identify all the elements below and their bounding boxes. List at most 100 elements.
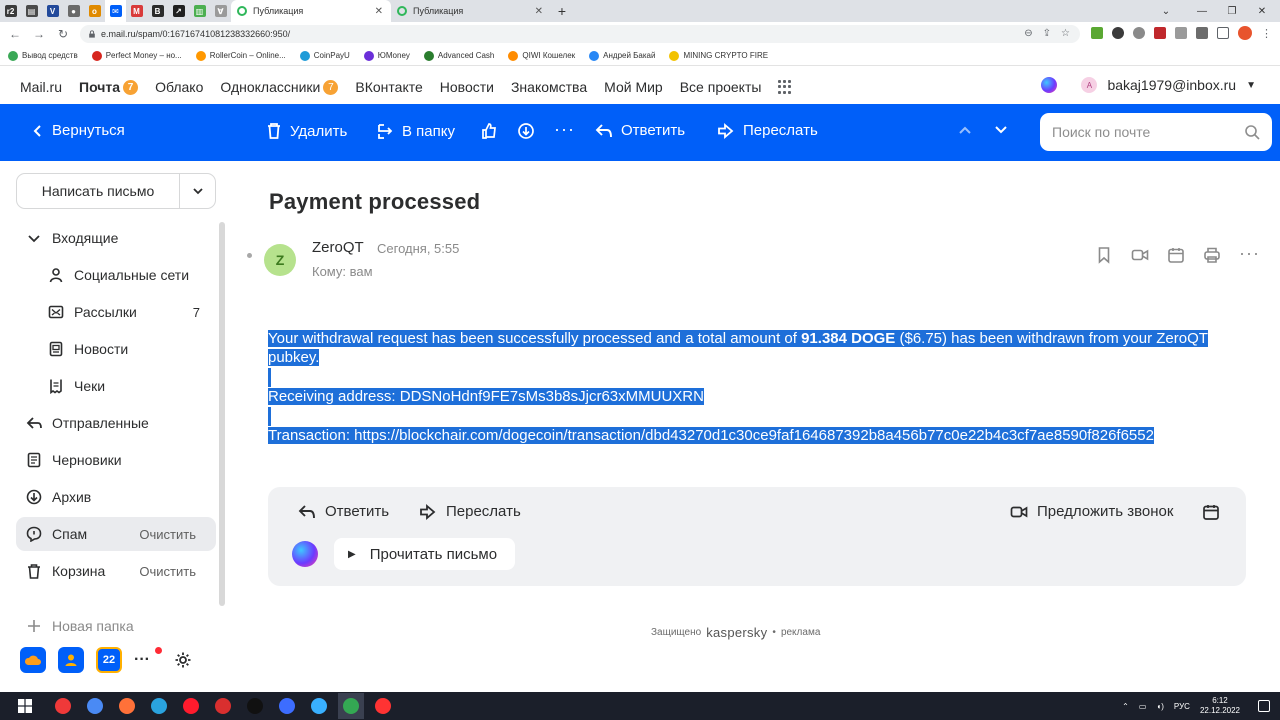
taskbar-app[interactable] [210,693,236,719]
back-icon[interactable]: ← [6,25,24,43]
bookmark-item[interactable]: MINING CRYPTO FIRE [669,50,768,61]
circle-extension-icon[interactable] [1133,27,1145,39]
user-email[interactable]: bakaj1979@inbox.ru [1107,77,1236,93]
sidebar-item-archive[interactable]: Архив [16,480,216,514]
bookmark-item[interactable]: ЮMoney [363,50,410,61]
bookmark-item[interactable]: Андрей Бакай [589,50,655,61]
chevron-down-icon[interactable] [24,228,44,248]
pinned-tab[interactable]: V [42,0,63,22]
pinned-tab[interactable]: ↗ [168,0,189,22]
forward-button[interactable]: Переслать [419,503,521,520]
pinned-tab[interactable]: B [147,0,168,22]
ad-link[interactable]: реклама [781,627,820,638]
volume-icon[interactable]: ◖) [1156,702,1164,711]
profile-icon[interactable] [1238,26,1252,40]
tray-chevron-icon[interactable]: ⌃ [1122,702,1129,711]
taskbar-app[interactable] [274,693,300,719]
sidebar-item-receipt[interactable]: Чеки [16,369,216,403]
bookmark-icon[interactable] [1095,246,1113,264]
read-status-dot[interactable] [247,253,252,258]
video-call-icon[interactable] [1131,246,1149,264]
bookmark-item[interactable]: CoinPayU [299,50,350,61]
like-button[interactable] [480,122,498,140]
tab-close-icon[interactable]: ✕ [535,6,543,17]
portal-link[interactable]: Почта 7 [79,79,139,95]
clear-folder-button[interactable]: Очистить [139,564,196,579]
download-extension-icon[interactable] [1091,27,1103,39]
pinned-tab[interactable]: ∀ [210,0,231,22]
sidebar-item-news[interactable]: Новости [16,332,216,366]
sidebar-item-sent[interactable]: Отправленные [16,406,216,440]
pinned-tab[interactable]: r2 [0,0,21,22]
pinned-tab[interactable]: o [84,0,105,22]
schedule-button[interactable] [1202,503,1220,521]
taskbar-app[interactable] [306,693,332,719]
account-dropdown-icon[interactable]: ▼ [1246,80,1256,91]
more-icon[interactable]: ··· [1239,244,1260,264]
sidebar-item-chevron-down[interactable]: Входящие [16,221,216,255]
sender-name[interactable]: ZeroQT [312,239,364,256]
bookmark-item[interactable]: Вывод средств [8,50,78,61]
assistant-orb-icon[interactable] [1041,77,1058,93]
print-icon[interactable] [1203,246,1221,264]
browser-menu-icon[interactable]: ⋮ [1261,27,1272,40]
kaspersky-logo[interactable]: kaspersky [706,625,767,640]
portal-link[interactable]: Одноклассники 7 [220,79,339,95]
all-projects-grid-icon[interactable] [778,80,792,94]
taskbar-app[interactable] [242,693,268,719]
taskbar-app[interactable] [146,693,172,719]
reply-button[interactable]: Ответить [298,503,389,520]
sidebar-item-people[interactable]: Социальные сети [16,258,216,292]
contacts-app-icon[interactable] [58,647,84,673]
portal-link[interactable]: Мой Мир [604,79,663,95]
portal-link[interactable]: Mail.ru [20,79,62,95]
pinned-tab[interactable]: ▤ [21,0,42,22]
sidebar-item-spam[interactable]: Спам Очистить [16,517,216,551]
pinned-tab[interactable]: ✉ [105,0,126,22]
taskbar-app[interactable] [178,693,204,719]
calendar-app-icon[interactable]: 22 [96,647,122,673]
search-input[interactable]: Поиск по почте [1040,113,1272,151]
cloud-app-icon[interactable] [20,647,46,673]
move-to-folder-button[interactable]: В папку [376,122,455,140]
compose-options-button[interactable] [180,187,215,195]
search-icon[interactable] [1244,124,1260,140]
network-icon[interactable]: ▭ [1139,702,1147,711]
clear-folder-button[interactable]: Очистить [139,527,196,542]
bookmark-item[interactable]: QIWI Кошелек [508,50,575,61]
taskbar-app[interactable] [370,693,396,719]
bookmark-star-icon[interactable]: ☆ [1061,28,1070,39]
forward-icon[interactable]: → [30,25,48,43]
notifications-icon[interactable] [1258,700,1270,712]
close-window-icon[interactable]: ✕ [1244,0,1280,22]
taskbar-app[interactable] [114,693,140,719]
assistant-orb-icon[interactable] [292,541,318,567]
puzzle-icon[interactable] [1196,27,1208,39]
previous-message-button[interactable] [958,125,972,135]
windows-start-icon[interactable] [12,693,38,719]
next-message-button[interactable] [994,125,1008,135]
sidebar-item-draft[interactable]: Черновики [16,443,216,477]
gear-icon[interactable] [174,651,192,669]
new-tab-icon[interactable]: + [551,3,573,19]
language-indicator[interactable]: РУС [1174,702,1190,711]
forward-button[interactable]: Переслать [717,122,818,139]
avatar[interactable]: A [1081,77,1098,93]
bookmark-item[interactable]: Perfect Money – но... [91,50,182,61]
pinned-tab[interactable]: ▥ [189,0,210,22]
shield-extension-icon[interactable] [1112,27,1124,39]
edit-extension-icon[interactable] [1175,27,1187,39]
browser-tab-active[interactable]: Публикация ✕ [231,0,391,22]
sidebar-scrollbar[interactable] [219,222,225,606]
avatar[interactable]: Z [264,244,296,276]
taskbar-app[interactable] [338,693,364,719]
sidebar-item-trash[interactable]: Корзина Очистить [16,554,216,588]
browser-tab[interactable]: Публикация ✕ [391,0,551,22]
calendar-icon[interactable] [1167,246,1185,264]
more-actions-button[interactable]: ··· [554,120,575,138]
tab-close-icon[interactable]: ✕ [375,6,383,17]
taskbar-app[interactable] [82,693,108,719]
bookmark-item[interactable]: RollerCoin – Online... [195,50,286,61]
more-apps-icon[interactable]: ··· [134,647,162,669]
compose-button[interactable]: Написать письмо [17,174,180,208]
